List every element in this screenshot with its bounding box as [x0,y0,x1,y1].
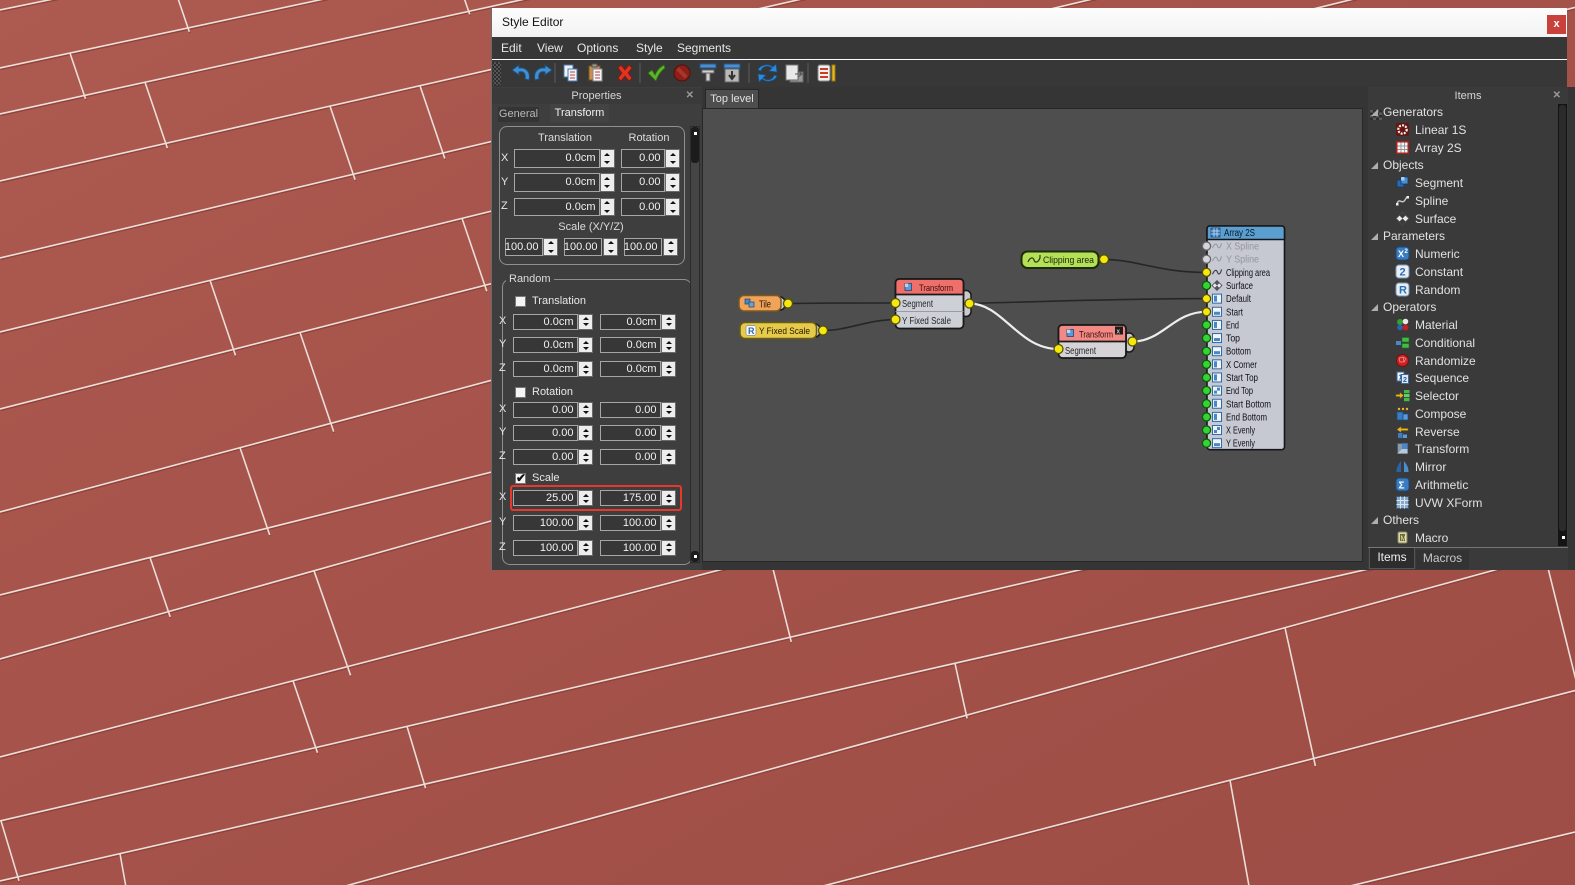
svg-text:Start Bottom: Start Bottom [1226,399,1271,410]
svg-text:X Corner: X Corner [1226,359,1258,370]
svg-text:Bottom: Bottom [1226,346,1251,357]
svg-text:R: R [748,326,755,336]
svg-text:Segment: Segment [902,299,933,310]
svg-text:End Top: End Top [1226,386,1253,397]
svg-text:End Bottom: End Bottom [1226,412,1267,423]
svg-text:Y Evenly: Y Evenly [1226,438,1255,449]
svg-text:X: X [1398,249,1404,259]
svg-text:Start: Start [1226,307,1243,318]
svg-text:Transform: Transform [919,283,953,294]
svg-text:Σ: Σ [1399,480,1405,491]
svg-text:Transform: Transform [1079,329,1113,340]
svg-text:2: 2 [1403,377,1407,384]
svg-text:X Spline: X Spline [1226,241,1259,252]
svg-text:Default: Default [1226,294,1251,305]
svg-text:X Evenly: X Evenly [1226,425,1255,436]
svg-text:Y Fixed Scale: Y Fixed Scale [902,316,951,327]
svg-text:Tile: Tile [759,299,771,310]
svg-text:End: End [1226,320,1239,331]
svg-text:Array 2S: Array 2S [1224,228,1255,239]
svg-text:Y Fixed Scale: Y Fixed Scale [759,326,810,337]
svg-text:Clipping area: Clipping area [1043,255,1095,266]
svg-text:Top: Top [1226,333,1240,344]
svg-text:Clipping area: Clipping area [1226,267,1270,278]
svg-text:M: M [1401,536,1407,543]
svg-text:Start Top: Start Top [1226,372,1258,383]
svg-text:R: R [1399,284,1407,296]
svg-text:Surface: Surface [1226,280,1253,291]
svg-text:Segment: Segment [1065,346,1096,357]
svg-text:Y Spline: Y Spline [1226,254,1259,265]
svg-text:2: 2 [1400,266,1406,278]
svg-text:x: x [1117,328,1121,335]
